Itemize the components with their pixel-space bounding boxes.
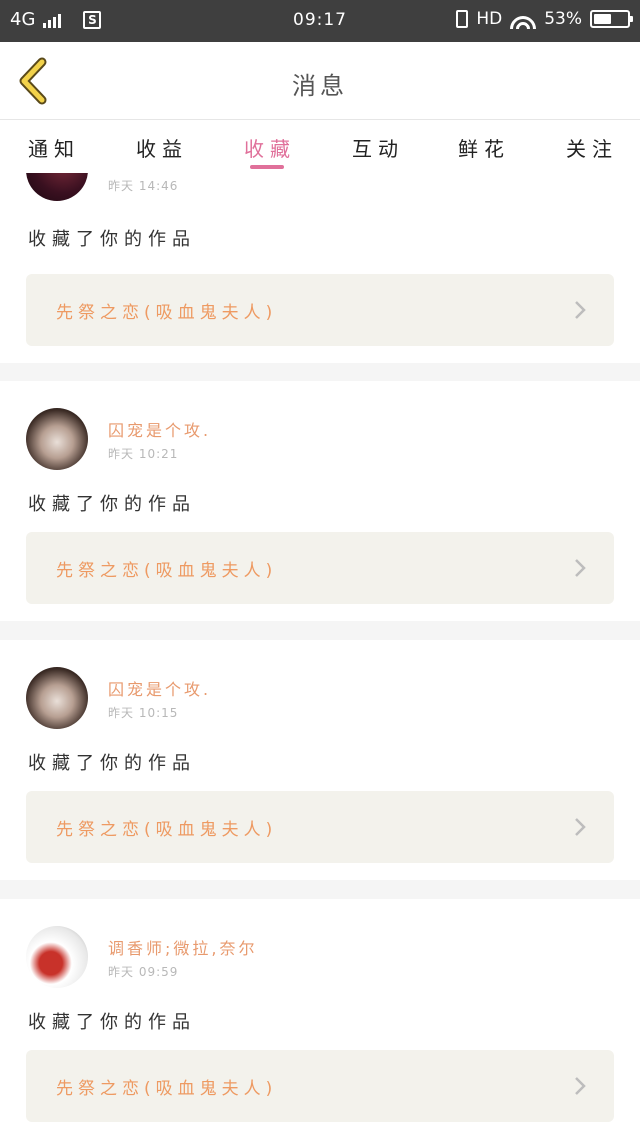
back-arrow-icon bbox=[19, 57, 47, 105]
user-avatar[interactable] bbox=[26, 408, 88, 470]
tab-notifications[interactable]: 通知 bbox=[28, 133, 80, 162]
user-name[interactable]: 调香师;微拉,奈尔 bbox=[108, 935, 257, 959]
message-feed: 昨天 14:46 收藏了你的作品 先祭之恋(吸血鬼夫人) 囚宠是个攻. 昨天 1… bbox=[0, 173, 640, 1138]
work-link[interactable]: 先祭之恋(吸血鬼夫人) bbox=[26, 1050, 614, 1122]
user-name[interactable]: 囚宠是个攻. bbox=[108, 417, 211, 441]
back-button[interactable] bbox=[14, 56, 54, 106]
wifi-icon bbox=[510, 9, 537, 29]
work-title: 先祭之恋(吸血鬼夫人) bbox=[56, 303, 278, 323]
user-avatar[interactable] bbox=[26, 667, 88, 729]
user-name[interactable]: 囚宠是个攻. bbox=[108, 676, 211, 700]
chevron-right-icon bbox=[575, 559, 586, 577]
work-title: 先祭之恋(吸血鬼夫人) bbox=[56, 561, 278, 581]
timestamp: 昨天 10:21 bbox=[108, 447, 179, 461]
tab-favorites[interactable]: 收藏 bbox=[244, 133, 296, 162]
battery-fill bbox=[594, 14, 611, 24]
action-text: 收藏了你的作品 bbox=[28, 494, 196, 515]
work-link[interactable]: 先祭之恋(吸血鬼夫人) bbox=[26, 791, 614, 863]
chevron-right-icon bbox=[575, 301, 586, 319]
action-text: 收藏了你的作品 bbox=[28, 753, 196, 774]
work-link[interactable]: 先祭之恋(吸血鬼夫人) bbox=[26, 274, 614, 346]
message-card: 囚宠是个攻. 昨天 10:21 收藏了你的作品 先祭之恋(吸血鬼夫人) bbox=[0, 381, 640, 621]
tab-interactions[interactable]: 互动 bbox=[352, 133, 404, 162]
user-avatar[interactable] bbox=[26, 926, 88, 988]
hd-indicator: HD bbox=[476, 9, 503, 29]
work-link[interactable]: 先祭之恋(吸血鬼夫人) bbox=[26, 532, 614, 604]
work-title: 先祭之恋(吸血鬼夫人) bbox=[56, 820, 278, 840]
tab-bar: 通知 收益 收藏 互动 鲜花 关注 bbox=[0, 121, 640, 173]
status-right: HD 53% bbox=[456, 9, 633, 29]
vibrate-icon bbox=[456, 10, 469, 28]
message-card: 昨天 14:46 收藏了你的作品 先祭之恋(吸血鬼夫人) bbox=[0, 173, 640, 363]
tab-follows[interactable]: 关注 bbox=[566, 133, 618, 162]
chevron-right-icon bbox=[575, 818, 586, 836]
work-title: 先祭之恋(吸血鬼夫人) bbox=[56, 1079, 278, 1099]
chevron-right-icon bbox=[575, 1077, 586, 1095]
tab-flowers[interactable]: 鲜花 bbox=[458, 133, 510, 162]
tab-earnings[interactable]: 收益 bbox=[136, 133, 188, 162]
message-card: 调香师;微拉,奈尔 昨天 09:59 收藏了你的作品 先祭之恋(吸血鬼夫人) bbox=[0, 899, 640, 1138]
action-text: 收藏了你的作品 bbox=[28, 229, 196, 250]
timestamp: 昨天 14:46 bbox=[108, 179, 179, 193]
action-text: 收藏了你的作品 bbox=[28, 1012, 196, 1033]
message-card: 囚宠是个攻. 昨天 10:15 收藏了你的作品 先祭之恋(吸血鬼夫人) bbox=[0, 640, 640, 880]
timestamp: 昨天 10:15 bbox=[108, 706, 179, 720]
page-title: 消息 bbox=[292, 72, 348, 100]
header: 消息 bbox=[0, 42, 640, 120]
user-avatar[interactable] bbox=[26, 173, 88, 201]
battery-percent: 53% bbox=[544, 9, 582, 29]
active-tab-indicator bbox=[250, 165, 284, 169]
timestamp: 昨天 09:59 bbox=[108, 965, 179, 979]
status-bar: 4G S 09:17 HD 53% bbox=[0, 0, 640, 42]
battery-icon bbox=[590, 10, 633, 28]
